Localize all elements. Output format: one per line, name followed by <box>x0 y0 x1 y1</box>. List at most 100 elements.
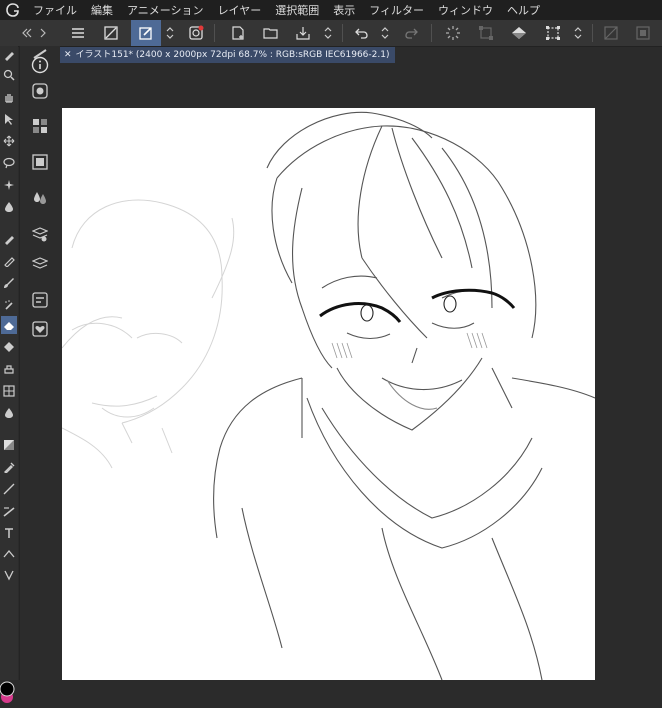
document-tab[interactable]: ✕ イラスト151* (2400 x 2000px 72dpi 68.7% : R… <box>58 47 396 63</box>
panel-brush-size-2[interactable] <box>30 81 50 101</box>
transform-button[interactable] <box>473 20 499 46</box>
menu-layer[interactable]: レイヤー <box>211 2 269 18</box>
edit-layer-button[interactable] <box>131 20 161 46</box>
panel-layers[interactable] <box>30 254 50 274</box>
brush-icon <box>4 278 14 288</box>
layer-property-icon <box>32 227 48 242</box>
command-bar <box>0 20 662 47</box>
app-logo-icon[interactable] <box>0 0 26 20</box>
fill-icon <box>512 27 526 39</box>
panel-icon-bar <box>19 46 60 680</box>
tool-frame[interactable] <box>1 382 17 400</box>
text-icon <box>5 528 13 538</box>
edit-layer-icon <box>139 27 152 40</box>
menu-view[interactable]: 表示 <box>326 2 362 18</box>
tool-text[interactable] <box>1 524 17 542</box>
panel-color-set[interactable] <box>30 116 50 136</box>
collapse-icon <box>22 28 46 38</box>
undo-chevron[interactable] <box>375 20 395 46</box>
new-file-button[interactable] <box>225 20 251 46</box>
tool-zoom[interactable] <box>1 66 17 84</box>
menu-edit[interactable]: 編集 <box>84 2 120 18</box>
panel-navigator[interactable] <box>30 290 50 310</box>
tool-pen[interactable] <box>1 230 17 248</box>
panel-layer-property[interactable] <box>30 224 50 244</box>
menu-filter[interactable]: フィルター <box>362 2 431 18</box>
tool-dropper[interactable] <box>1 458 17 476</box>
ruler-icon <box>3 507 15 517</box>
menu-window[interactable]: ウィンドウ <box>431 2 500 18</box>
fill-button[interactable] <box>506 20 532 46</box>
pencil-icon <box>4 257 15 267</box>
move-icon <box>3 135 15 147</box>
transform-icon <box>479 26 493 40</box>
color-set-icon <box>33 119 47 133</box>
lasso-icon <box>3 157 15 169</box>
invert-selection-button[interactable] <box>630 20 656 46</box>
hand-icon <box>5 94 13 103</box>
deselect-button[interactable] <box>598 20 624 46</box>
tool-lasso[interactable] <box>1 154 17 172</box>
edit-layer-chevron[interactable] <box>160 20 180 46</box>
tool-blend[interactable] <box>1 338 17 356</box>
menu-animation[interactable]: アニメーション <box>120 2 211 18</box>
companion-icon <box>189 25 204 40</box>
menu-file[interactable]: ファイル <box>26 2 84 18</box>
zoom-icon <box>3 69 15 81</box>
panel-materials[interactable] <box>30 319 50 339</box>
color-circle-icon <box>0 681 15 703</box>
select-all-button[interactable] <box>540 20 566 46</box>
companion-button[interactable] <box>183 20 209 46</box>
tool-pencil[interactable] <box>1 252 17 270</box>
chevron-updown-icon <box>381 27 389 39</box>
redo-button[interactable] <box>398 20 424 46</box>
tool-correct-line[interactable] <box>1 566 17 584</box>
tool-auto-select[interactable] <box>1 176 17 194</box>
close-tab-icon[interactable]: ✕ <box>64 50 72 60</box>
tool-fill[interactable] <box>1 404 17 422</box>
collapse-arrows[interactable] <box>16 20 56 46</box>
tool-pen-top[interactable] <box>1 46 17 64</box>
cursor-icon <box>5 114 13 125</box>
open-file-button[interactable] <box>258 20 284 46</box>
undo-icon <box>355 28 368 39</box>
tool-operation[interactable] <box>1 110 17 128</box>
brush-size-icon <box>32 83 48 99</box>
select-chevron[interactable] <box>568 20 588 46</box>
redo-icon <box>405 28 418 39</box>
drops-icon <box>34 192 46 204</box>
invert-selection-icon <box>636 26 650 40</box>
panel-animation[interactable] <box>30 152 50 172</box>
color-swatch-main[interactable] <box>0 680 15 703</box>
panel-property[interactable] <box>30 55 50 75</box>
drop-icon <box>5 202 13 212</box>
menu-help[interactable]: ヘルプ <box>500 2 547 18</box>
tool-eyedropper[interactable] <box>1 198 17 216</box>
tool-gradient[interactable] <box>1 436 17 454</box>
menu-selection[interactable]: 選択範囲 <box>268 2 326 18</box>
new-file-icon <box>232 26 244 40</box>
tool-figure[interactable] <box>1 360 17 378</box>
undo-button[interactable] <box>349 20 375 46</box>
drawing-canvas[interactable] <box>62 108 595 680</box>
tool-balloon[interactable] <box>1 546 17 564</box>
panel-sub-view[interactable] <box>30 188 50 208</box>
airbrush-icon <box>5 300 13 310</box>
tool-move[interactable] <box>1 132 17 150</box>
tool-ruler[interactable] <box>1 502 17 520</box>
toolbar-separator <box>214 24 215 42</box>
tool-line[interactable] <box>1 480 17 498</box>
save-chevron[interactable] <box>318 20 338 46</box>
chevron-updown-icon <box>574 27 582 39</box>
document-tab-label: イラスト151* (2400 x 2000px 72dpi 68.7% : RG… <box>75 50 390 60</box>
loading-button[interactable] <box>440 20 466 46</box>
tool-hand[interactable] <box>1 88 17 106</box>
tool-airbrush[interactable] <box>1 296 17 314</box>
tool-eraser[interactable] <box>1 316 17 334</box>
select-all-icon <box>546 26 560 40</box>
pen-icon <box>5 52 14 61</box>
main-menu-button[interactable] <box>65 20 91 46</box>
canvas-toggle-button[interactable] <box>98 20 124 46</box>
save-button[interactable] <box>290 20 316 46</box>
tool-brush[interactable] <box>1 274 17 292</box>
